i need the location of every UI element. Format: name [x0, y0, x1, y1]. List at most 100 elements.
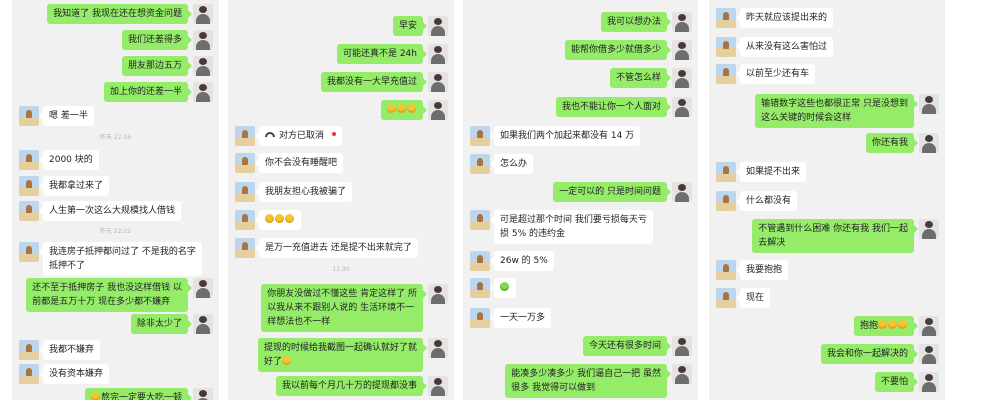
- contact-avatar[interactable]: [19, 176, 39, 196]
- contact-avatar[interactable]: [235, 126, 255, 146]
- self-avatar[interactable]: [672, 68, 692, 88]
- self-avatar[interactable]: [919, 133, 939, 153]
- self-avatar[interactable]: [919, 219, 939, 239]
- incoming-message-bubble[interactable]: [255, 210, 301, 230]
- incoming-message-bubble[interactable]: 如果我们两个加起来都没有 14 万: [489, 126, 641, 146]
- incoming-message-bubble[interactable]: [490, 278, 516, 298]
- outgoing-message-bubble[interactable]: 还不至于抵押房子 我也没这样借钱 以 前都是五万十万 现在多少都不嫌弃: [26, 278, 192, 312]
- incoming-message-bubble[interactable]: 我都拿过来了: [38, 176, 110, 196]
- incoming-message-bubble[interactable]: 对方已取消: [254, 126, 343, 146]
- contact-avatar[interactable]: [470, 154, 490, 174]
- incoming-message-bubble[interactable]: 26w 的 5%: [490, 251, 554, 271]
- contact-avatar[interactable]: [19, 150, 39, 170]
- outgoing-message-bubble[interactable]: 不要怕: [874, 372, 919, 392]
- outgoing-message-bubble[interactable]: 不管怎么样: [609, 68, 672, 88]
- outgoing-message-bubble[interactable]: 我可以想办法: [600, 12, 672, 32]
- self-avatar[interactable]: [193, 82, 213, 102]
- incoming-message-bubble[interactable]: 我要抱抱: [735, 260, 789, 280]
- outgoing-message-bubble[interactable]: 输错数字这些也都很正常 只是没想到 这么关键的时候会这样: [755, 94, 918, 128]
- outgoing-message-bubble[interactable]: [381, 100, 427, 120]
- incoming-message-bubble[interactable]: 是万一充值进去 还是提不出来就完了: [255, 238, 418, 258]
- self-avatar[interactable]: [672, 364, 692, 384]
- chat-panel-4[interactable]: 昨天就应该提出来的 从来没有这么害怕过 以前至少还有车 输错数字这些也都很正常 只是没…: [709, 0, 945, 400]
- incoming-message-bubble[interactable]: 我都不嫌弃: [38, 340, 101, 360]
- outgoing-message-bubble[interactable]: 我也不能让你一个人面对: [555, 97, 672, 117]
- contact-avatar[interactable]: [470, 126, 490, 146]
- chat-panel-1[interactable]: 我知道了 我现在还在想资金问题 我们还差得多 朋友那边五万 加上你的还差一半嗯 差一半…: [12, 0, 219, 400]
- outgoing-message-bubble[interactable]: 今天还有很多时间: [582, 336, 672, 356]
- incoming-message-bubble[interactable]: 我连房子抵押都问过了 不是我的名字 抵押不了: [39, 242, 202, 276]
- self-avatar[interactable]: [193, 314, 213, 334]
- contact-avatar[interactable]: [716, 162, 736, 182]
- incoming-message-bubble[interactable]: 现在: [735, 288, 771, 308]
- contact-avatar[interactable]: [716, 37, 736, 57]
- self-avatar[interactable]: [193, 4, 213, 24]
- contact-avatar[interactable]: [716, 288, 736, 308]
- outgoing-message-bubble[interactable]: 我以前每个月几十万的提现都没事: [275, 376, 428, 396]
- contact-avatar[interactable]: [716, 260, 736, 280]
- chat-panel-3[interactable]: 我可以想办法能帮你借多少就借多少不管怎么样我也不能让你一个人面对如果我们两个加起…: [463, 0, 698, 400]
- self-avatar[interactable]: [193, 30, 213, 50]
- contact-avatar[interactable]: [716, 8, 736, 28]
- contact-avatar[interactable]: [19, 340, 39, 360]
- incoming-message-bubble[interactable]: 怎么办: [489, 154, 534, 174]
- self-avatar[interactable]: [672, 97, 692, 117]
- contact-avatar[interactable]: [235, 238, 255, 258]
- outgoing-message-bubble[interactable]: 熬完一定要大吃一顿: [84, 388, 193, 400]
- incoming-message-bubble[interactable]: 可是超过那个时间 我们要亏损每天亏 损 5% 的违约金: [490, 210, 653, 244]
- self-avatar[interactable]: [428, 100, 448, 120]
- incoming-message-bubble[interactable]: 你不会没有睡醒吧: [254, 153, 344, 173]
- self-avatar[interactable]: [919, 94, 939, 114]
- incoming-message-bubble[interactable]: 从来没有这么害怕过: [735, 37, 834, 57]
- contact-avatar[interactable]: [19, 242, 39, 262]
- chat-panel-2[interactable]: 早安 可能还真不是 24h 我都没有一大早充值过 对方已取消 你不会没有睡醒吧 我朋友担心…: [228, 0, 454, 400]
- outgoing-message-bubble[interactable]: 加上你的还差一半: [103, 82, 193, 102]
- outgoing-message-bubble[interactable]: 能帮你借多少就借多少: [564, 40, 672, 60]
- outgoing-message-bubble[interactable]: 不管遇到什么困难 你还有我 我们一起 去解决: [752, 219, 918, 253]
- self-avatar[interactable]: [672, 40, 692, 60]
- incoming-message-bubble[interactable]: 2000 块的: [39, 150, 99, 170]
- self-avatar[interactable]: [428, 44, 448, 64]
- incoming-message-bubble[interactable]: 一天一万多: [489, 308, 552, 328]
- self-avatar[interactable]: [428, 376, 448, 396]
- incoming-message-bubble[interactable]: 昨天就应该提出来的: [735, 8, 834, 28]
- contact-avatar[interactable]: [716, 191, 736, 211]
- contact-avatar[interactable]: [470, 308, 490, 328]
- incoming-message-bubble[interactable]: 我朋友担心我被骗了: [254, 182, 353, 202]
- incoming-message-bubble[interactable]: 人生第一次这么大规模找人借钱: [38, 201, 182, 221]
- self-avatar[interactable]: [428, 16, 448, 36]
- self-avatar[interactable]: [428, 72, 448, 92]
- contact-avatar[interactable]: [235, 210, 255, 230]
- self-avatar[interactable]: [193, 388, 213, 400]
- incoming-message-bubble[interactable]: 嗯 差一半: [39, 106, 94, 126]
- outgoing-message-bubble[interactable]: 除非太少了: [130, 314, 193, 334]
- self-avatar[interactable]: [919, 344, 939, 364]
- self-avatar[interactable]: [428, 284, 448, 304]
- contact-avatar[interactable]: [235, 182, 255, 202]
- outgoing-message-bubble[interactable]: 你朋友没做过不懂这些 肯定这样了 所 以我从来不跟别人说的 生活环境不一 样想法…: [261, 284, 427, 332]
- outgoing-message-bubble[interactable]: 我都没有一大早充值过: [320, 72, 428, 92]
- outgoing-message-bubble[interactable]: 能凑多少凑多少 我们逼自己一把 虽然 很多 我觉得可以做到: [505, 364, 671, 398]
- outgoing-message-bubble[interactable]: 抱抱: [853, 316, 919, 336]
- self-avatar[interactable]: [672, 182, 692, 202]
- incoming-message-bubble[interactable]: 没有资本嫌弃: [38, 364, 110, 384]
- contact-avatar[interactable]: [19, 201, 39, 221]
- contact-avatar[interactable]: [19, 106, 39, 126]
- outgoing-message-bubble[interactable]: 你还有我: [865, 133, 919, 153]
- self-avatar[interactable]: [193, 278, 213, 298]
- contact-avatar[interactable]: [470, 278, 490, 298]
- outgoing-message-bubble[interactable]: 朋友那边五万: [121, 56, 193, 76]
- contact-avatar[interactable]: [470, 210, 490, 230]
- outgoing-message-bubble[interactable]: 提现的时候给我截图一起确认就好了就 好了: [257, 338, 428, 372]
- self-avatar[interactable]: [919, 372, 939, 392]
- self-avatar[interactable]: [919, 316, 939, 336]
- contact-avatar[interactable]: [235, 153, 255, 173]
- outgoing-message-bubble[interactable]: 一定可以的 只是时间问题: [553, 182, 671, 202]
- outgoing-message-bubble[interactable]: 可能还真不是 24h: [336, 44, 428, 64]
- outgoing-message-bubble[interactable]: 我们还差得多: [121, 30, 193, 50]
- contact-avatar[interactable]: [716, 64, 736, 84]
- self-avatar[interactable]: [672, 336, 692, 356]
- self-avatar[interactable]: [428, 338, 448, 358]
- incoming-message-bubble[interactable]: 什么都没有: [735, 191, 798, 211]
- contact-avatar[interactable]: [470, 251, 490, 271]
